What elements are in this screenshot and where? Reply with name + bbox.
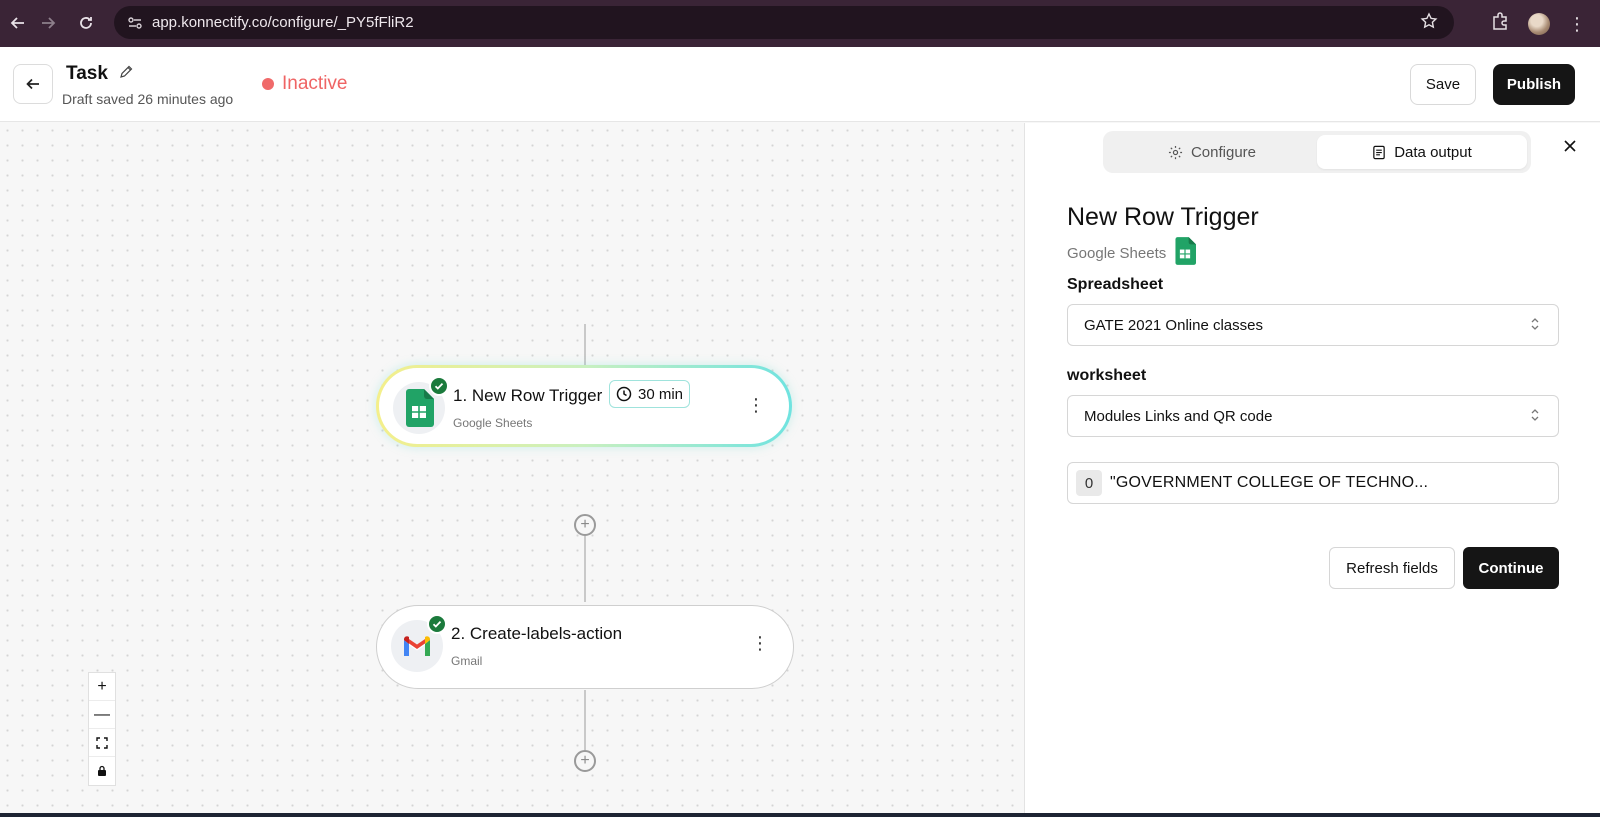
tab-data-output[interactable]: Data output	[1317, 135, 1527, 169]
publish-button[interactable]: Publish	[1493, 64, 1575, 105]
node-app-name: Google Sheets	[453, 416, 533, 430]
draft-status: Draft saved 26 minutes ago	[62, 91, 234, 107]
clock-icon	[616, 386, 632, 402]
connector-line	[584, 536, 586, 602]
status-label: Inactive	[282, 73, 348, 94]
zoom-in-button[interactable]: +	[89, 673, 115, 701]
save-button[interactable]: Save	[1410, 64, 1476, 105]
page-title: Task	[66, 63, 108, 84]
node-menu-icon[interactable]: ⋮	[751, 634, 769, 652]
close-icon[interactable]	[1563, 139, 1577, 158]
more-vert-icon[interactable]: ⋮	[1568, 15, 1586, 33]
app-header: Task Draft saved 26 minutes ago Inactive…	[0, 47, 1600, 122]
tab-label: Data output	[1394, 143, 1472, 161]
continue-button[interactable]: Continue	[1463, 547, 1559, 589]
gear-icon	[1168, 145, 1183, 159]
step-app: Google Sheets	[1067, 237, 1197, 269]
status-badge: Inactive	[262, 73, 347, 95]
arrow-left-icon	[26, 78, 39, 90]
taskbar-edge	[0, 813, 1600, 817]
address-bar[interactable]: app.konnectify.co/configure/_PY5fFliR2	[114, 6, 1454, 39]
spreadsheet-value: GATE 2021 Online classes	[1084, 316, 1263, 334]
node-title: 2. Create-labels-action	[451, 624, 623, 643]
add-step-button[interactable]: +	[574, 750, 596, 772]
extensions-icon[interactable]	[1490, 11, 1510, 36]
node-title: 1. New Row Trigger	[453, 386, 603, 405]
url-text: app.konnectify.co/configure/_PY5fFliR2	[152, 14, 414, 31]
step-config-panel: Configure Data output New Row Trigger Go…	[1024, 123, 1600, 813]
browser-toolbar: app.konnectify.co/configure/_PY5fFliR2 ⋮	[0, 0, 1600, 47]
status-dot-icon	[262, 78, 274, 90]
check-icon	[429, 376, 449, 396]
check-icon	[427, 614, 447, 634]
document-icon	[1373, 145, 1385, 159]
step-title: New Row Trigger	[1067, 203, 1259, 231]
zoom-out-button[interactable]: —	[89, 701, 115, 729]
fit-view-icon[interactable]	[89, 729, 115, 757]
step-app-name: Google Sheets	[1067, 244, 1167, 262]
polling-interval: 30 min	[638, 385, 684, 403]
worksheet-select[interactable]: Modules Links and QR code	[1067, 395, 1559, 437]
lock-icon[interactable]	[89, 757, 115, 785]
node-menu-icon[interactable]: ⋮	[747, 396, 765, 414]
add-step-button[interactable]: +	[574, 514, 596, 536]
worksheet-value: Modules Links and QR code	[1084, 407, 1273, 425]
chevron-up-down-icon	[1530, 408, 1540, 426]
site-settings-icon[interactable]	[124, 12, 146, 34]
pencil-icon[interactable]	[119, 65, 133, 84]
polling-interval-badge[interactable]: 30 min	[609, 380, 691, 408]
output-index: 0	[1076, 470, 1102, 496]
node-app-name: Gmail	[451, 654, 483, 668]
back-button[interactable]	[13, 64, 53, 104]
star-icon[interactable]	[1420, 12, 1438, 35]
workflow-node-action[interactable]: 2. Create-labels-action Gmail ⋮	[376, 605, 794, 689]
workflow-node-trigger[interactable]: 1. New Row Trigger Google Sheets 30 min …	[376, 365, 792, 447]
tab-label: Configure	[1190, 143, 1257, 161]
forward-arrow-icon[interactable]	[30, 5, 66, 41]
spreadsheet-select[interactable]: GATE 2021 Online classes	[1067, 304, 1559, 346]
tab-configure[interactable]: Configure	[1107, 135, 1317, 169]
output-row[interactable]: 0 "GOVERNMENT COLLEGE OF TECHNO...	[1067, 462, 1559, 504]
profile-avatar[interactable]	[1528, 12, 1550, 35]
zoom-controls: + —	[88, 672, 116, 786]
output-value: "GOVERNMENT COLLEGE OF TECHNO...	[1110, 474, 1429, 491]
chevron-up-down-icon	[1530, 317, 1540, 335]
connector-line	[584, 690, 586, 750]
worksheet-label: worksheet	[1067, 367, 1147, 384]
reload-icon[interactable]	[68, 5, 104, 41]
spreadsheet-label: Spreadsheet	[1067, 276, 1164, 293]
workflow-canvas[interactable]: + + 1. New Row Trigger Google Sheets 30 …	[0, 123, 1024, 813]
panel-tabs: Configure Data output	[1103, 131, 1531, 173]
google-sheets-icon	[1174, 237, 1197, 269]
refresh-fields-button[interactable]: Refresh fields	[1329, 547, 1455, 589]
